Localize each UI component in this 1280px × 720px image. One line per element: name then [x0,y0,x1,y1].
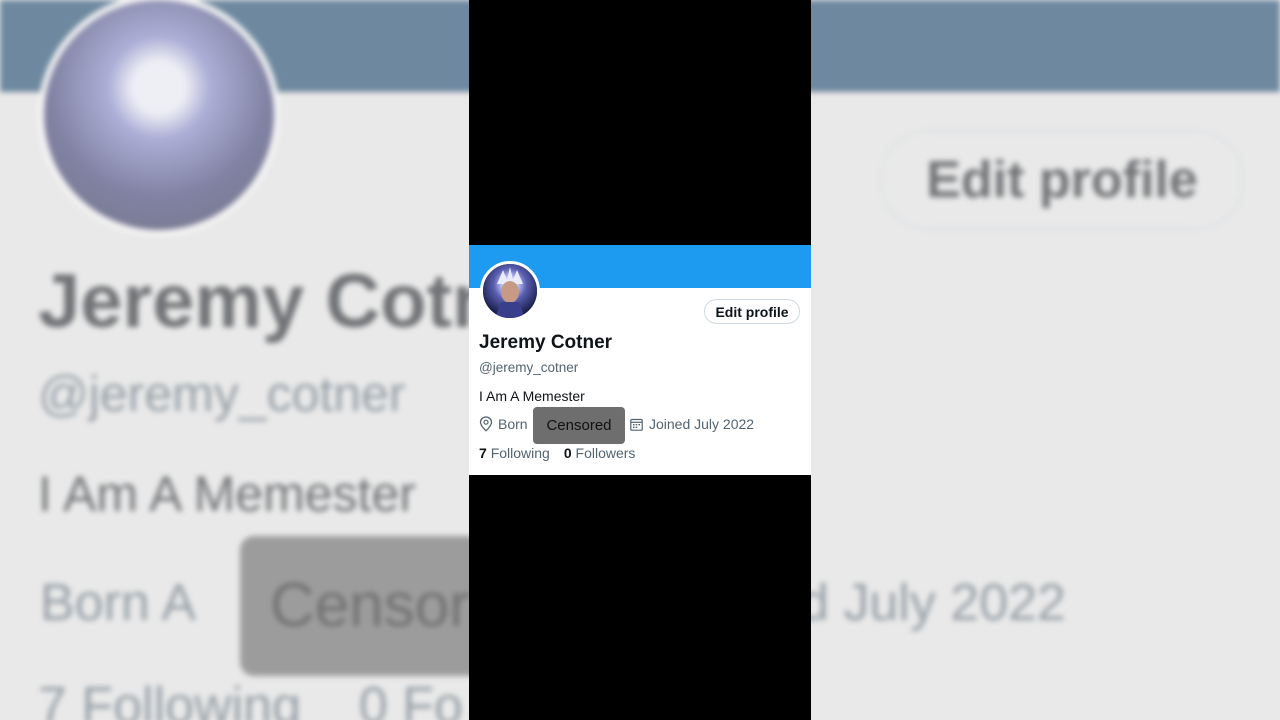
bg-profile-bio: I Am A Memester [38,466,416,522]
edit-profile-button[interactable]: Edit profile [704,299,800,324]
profile-location-row: Born [479,416,528,436]
bg-joined-text: d July 2022 [800,574,1066,632]
following-link[interactable]: 7 Following [479,445,550,461]
bg-profile-name: Jeremy Cotn [38,259,499,344]
bg-edit-profile-button: Edit profile [880,130,1244,230]
avatar-image [483,264,537,318]
bg-born-text: Born A [40,574,197,632]
follow-counts: 7 Following 0 Followers [479,445,635,461]
censored-box: Censored [533,407,625,444]
bg-followers: 0 Fo [358,677,463,720]
location-pin-icon [479,416,493,432]
followers-label: Followers [575,445,636,461]
joined-date: Joined July 2022 [649,416,755,432]
born-label: Born [498,416,528,432]
avatar[interactable] [480,261,540,321]
following-count: 7 [479,445,487,461]
bg-follow-counts: 7 Following 0 Fo [38,676,463,720]
bg-following: 7 Following [38,677,302,720]
profile-handle: @jeremy_cotner [479,360,579,375]
calendar-icon [630,418,643,431]
followers-link[interactable]: 0 Followers [564,445,636,461]
profile-card: Edit profile Jeremy Cotner @jeremy_cotne… [469,245,811,475]
joined-row: Joined July 2022 [630,416,754,432]
following-label: Following [490,445,550,461]
bg-avatar [38,0,280,236]
profile-name: Jeremy Cotner [479,332,613,353]
bg-profile-handle: @jeremy_cotner [38,366,406,422]
followers-count: 0 [563,445,572,461]
profile-bio: I Am A Memester [479,388,585,404]
